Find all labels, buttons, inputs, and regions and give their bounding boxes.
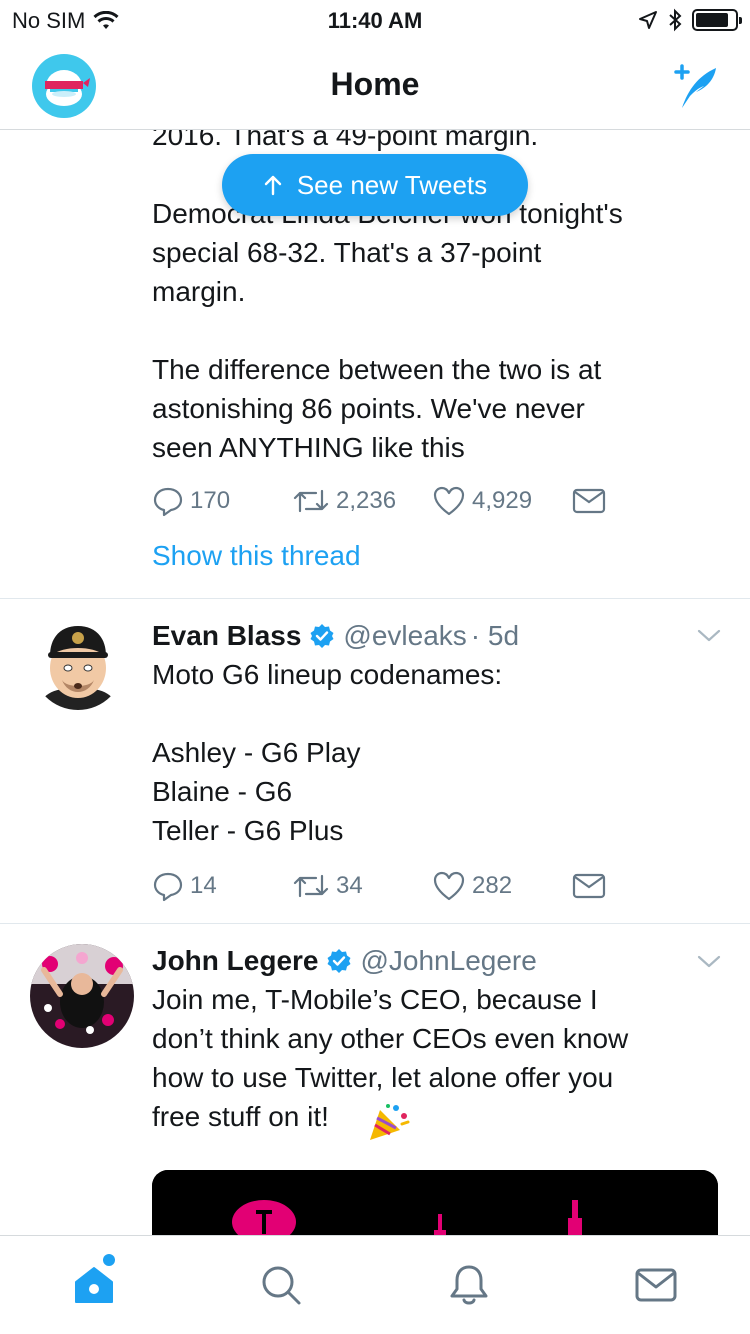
direct-message-button[interactable] bbox=[572, 487, 712, 515]
battery-icon bbox=[692, 9, 742, 31]
home-icon bbox=[74, 1267, 113, 1303]
verified-badge-icon bbox=[309, 623, 335, 649]
tweet-text: Democrat Linda Belcher won tonight's spe… bbox=[152, 198, 623, 463]
heart-icon bbox=[433, 486, 465, 516]
tab-notifications[interactable] bbox=[375, 1236, 563, 1334]
tweet-actions: 14 34 282 bbox=[152, 866, 712, 906]
see-new-tweets-label: See new Tweets bbox=[296, 169, 488, 200]
tweet-media[interactable] bbox=[152, 1170, 718, 1235]
retweet-count: 2,236 bbox=[336, 487, 397, 514]
nav-bar: Home bbox=[0, 40, 750, 130]
avatar-evan-blass[interactable] bbox=[32, 618, 124, 710]
envelope-icon bbox=[572, 873, 606, 899]
verified-badge-icon bbox=[326, 948, 352, 974]
compose-tweet-icon[interactable] bbox=[666, 58, 722, 114]
timeline-feed[interactable]: See new Tweets 2016. That's a 49-point m… bbox=[0, 130, 750, 1235]
envelope-icon bbox=[635, 1268, 677, 1302]
reply-button[interactable]: 170 bbox=[152, 485, 292, 517]
tab-messages[interactable] bbox=[563, 1236, 750, 1334]
arrow-up-icon bbox=[264, 175, 282, 196]
tab-bar bbox=[0, 1235, 750, 1334]
retweet-count: 34 bbox=[336, 872, 363, 899]
bell-icon bbox=[450, 1265, 488, 1305]
cartoon-avatar-icon bbox=[32, 618, 124, 710]
reply-count: 14 bbox=[190, 872, 217, 899]
tweet-text: Join me, T-Mobile’s CEO, because I don’t… bbox=[152, 984, 629, 1132]
tweet-text-partial: 2016. That's a 49-point margin. bbox=[152, 130, 539, 151]
reply-button[interactable]: 14 bbox=[152, 870, 292, 902]
tweet-header: John Legere @JohnLegere bbox=[152, 942, 722, 980]
tweet-time: · 5d bbox=[470, 620, 520, 651]
status-right bbox=[638, 8, 742, 32]
party-popper-icon bbox=[370, 1104, 410, 1140]
see-new-tweets-button[interactable]: See new Tweets bbox=[222, 154, 528, 216]
page-title: Home bbox=[330, 66, 420, 102]
tweet-divider bbox=[0, 598, 750, 599]
new-content-dot bbox=[103, 1254, 115, 1266]
reply-icon bbox=[153, 487, 183, 517]
direct-message-button[interactable] bbox=[572, 872, 712, 900]
tab-home[interactable] bbox=[0, 1236, 188, 1334]
tab-search[interactable] bbox=[188, 1236, 376, 1334]
like-button[interactable]: 4,929 bbox=[432, 485, 572, 517]
author-name[interactable]: Evan Blass bbox=[152, 620, 301, 652]
bluetooth-icon bbox=[669, 8, 682, 32]
author-name[interactable]: John Legere bbox=[152, 945, 318, 977]
retweet-icon bbox=[293, 874, 329, 898]
tweet-text: Moto G6 lineup codenames: Ashley - G6 Pl… bbox=[152, 659, 503, 846]
like-button[interactable]: 282 bbox=[432, 870, 572, 902]
location-arrow-icon bbox=[639, 11, 657, 29]
search-icon bbox=[262, 1266, 301, 1305]
retweet-button[interactable]: 34 bbox=[292, 870, 432, 902]
like-count: 282 bbox=[472, 872, 513, 899]
like-count: 4,929 bbox=[472, 487, 533, 514]
author-handle[interactable]: @JohnLegere bbox=[360, 945, 536, 977]
tweet-actions: 170 2,236 4,929 bbox=[152, 481, 712, 521]
chevron-down-icon[interactable] bbox=[696, 952, 722, 970]
status-bar: No SIM 11:40 AM bbox=[0, 0, 750, 40]
retweet-button[interactable]: 2,236 bbox=[292, 485, 432, 517]
author-handle[interactable]: @evleaks bbox=[343, 620, 466, 652]
envelope-icon bbox=[572, 488, 606, 514]
tweet-header: Evan Blass @evleaks · 5d bbox=[152, 617, 722, 655]
tweet-divider bbox=[0, 923, 750, 924]
avatar-john-legere[interactable] bbox=[30, 944, 134, 1048]
tmobile-video-thumbnail bbox=[152, 1170, 718, 1235]
party-photo-avatar-icon bbox=[30, 944, 134, 1048]
show-thread-link[interactable]: Show this thread bbox=[152, 540, 361, 572]
reply-icon bbox=[153, 872, 183, 902]
reply-count: 170 bbox=[190, 487, 231, 514]
chevron-down-icon[interactable] bbox=[696, 626, 722, 644]
retweet-icon bbox=[293, 489, 329, 513]
heart-icon bbox=[433, 871, 465, 901]
